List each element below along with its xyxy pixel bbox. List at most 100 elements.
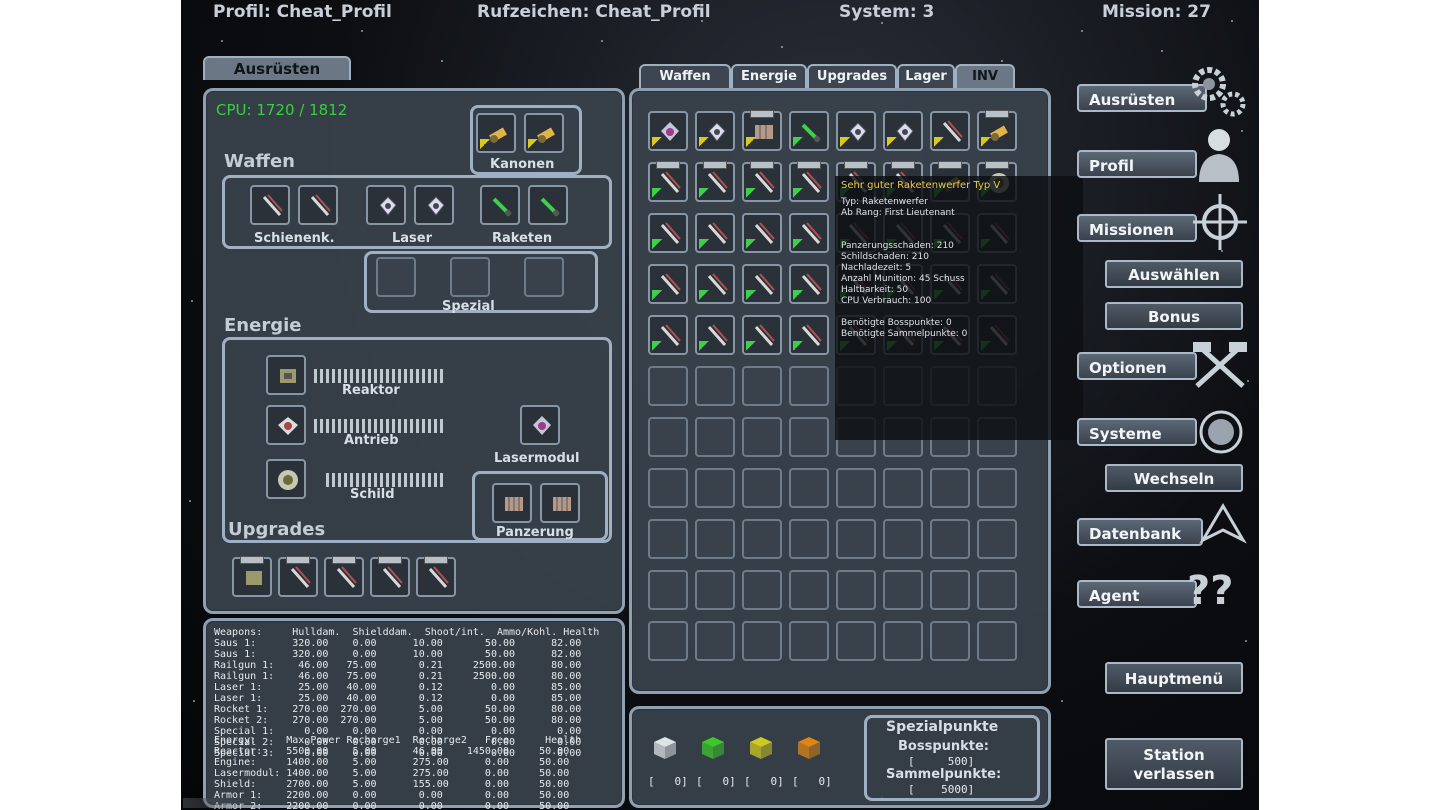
inventory-slot-empty[interactable] [977,621,1017,661]
inventory-slot-empty[interactable] [883,468,923,508]
tab-lager[interactable]: Lager [897,64,955,88]
engine-slot[interactable] [266,405,306,445]
reactor-slot[interactable] [266,355,306,395]
inventory-slot[interactable] [648,161,688,202]
armor-slot-1[interactable] [492,483,532,523]
inventory-slot[interactable] [695,315,735,355]
inventory-slot[interactable] [695,161,735,202]
inventory-slot-empty[interactable] [695,417,735,457]
inventory-slot-empty[interactable] [789,366,829,406]
inventory-slot[interactable] [789,264,829,304]
cannon-slot-2[interactable] [524,113,564,153]
inventory-slot-empty[interactable] [648,621,688,661]
laser-module-slot[interactable] [520,405,560,445]
select-mission-button[interactable]: Auswählen [1105,260,1243,288]
switch-system-button[interactable]: Wechseln [1105,464,1243,492]
inventory-slot-empty[interactable] [789,570,829,610]
cannon-slot-1[interactable] [476,113,516,153]
inventory-slot-empty[interactable] [930,519,970,559]
inventory-slot-empty[interactable] [648,468,688,508]
tab-upgrades[interactable]: Upgrades [807,64,897,88]
inventory-slot[interactable] [742,110,782,151]
leave-station-button[interactable]: Station verlassen [1105,738,1243,790]
inventory-slot-empty[interactable] [742,570,782,610]
missions-menu-button[interactable]: Missionen [1077,214,1197,242]
inventory-slot[interactable] [789,315,829,355]
inventory-slot[interactable] [836,111,876,151]
rocket-slot-2[interactable] [528,185,568,225]
systems-menu-button[interactable]: Systeme [1077,418,1197,446]
inventory-slot-empty[interactable] [742,417,782,457]
inventory-slot-empty[interactable] [742,621,782,661]
upgrade-slot-1[interactable] [232,556,272,597]
inventory-slot[interactable] [789,111,829,151]
inventory-slot-empty[interactable] [930,468,970,508]
inventory-slot-empty[interactable] [977,468,1017,508]
database-menu-button[interactable]: Datenbank [1077,518,1203,546]
inventory-slot[interactable] [742,264,782,304]
inventory-slot[interactable] [883,111,923,151]
inventory-slot-empty[interactable] [648,570,688,610]
railgun-slot-1[interactable] [250,185,290,225]
inventory-slot-empty[interactable] [648,519,688,559]
inventory-slot[interactable] [648,213,688,253]
inventory-slot[interactable] [648,264,688,304]
inventory-slot-empty[interactable] [930,570,970,610]
inventory-slot[interactable] [742,161,782,202]
laser-slot-1[interactable] [366,185,406,225]
options-menu-button[interactable]: Optionen [1077,352,1197,380]
special-slot-3[interactable] [524,257,564,297]
rocket-slot-1[interactable] [480,185,520,225]
inventory-slot-empty[interactable] [695,468,735,508]
inventory-slot[interactable] [930,111,970,151]
inventory-slot-empty[interactable] [883,621,923,661]
upgrade-slot-2[interactable] [278,556,318,597]
inventory-slot-empty[interactable] [930,621,970,661]
laser-slot-2[interactable] [414,185,454,225]
tab-waffen[interactable]: Waffen [639,64,731,88]
inventory-slot-empty[interactable] [648,366,688,406]
shield-slot[interactable] [266,459,306,499]
railgun-slot-2[interactable] [298,185,338,225]
inventory-slot-empty[interactable] [836,519,876,559]
inventory-slot[interactable] [789,161,829,202]
agent-menu-button[interactable]: Agent [1077,580,1197,608]
upgrade-slot-3[interactable] [324,556,364,597]
inventory-slot[interactable] [742,213,782,253]
inventory-slot[interactable] [742,315,782,355]
profile-menu-button[interactable]: Profil [1077,150,1197,178]
inventory-slot-empty[interactable] [977,519,1017,559]
tab-inv[interactable]: INV [955,64,1015,88]
inventory-slot-empty[interactable] [789,519,829,559]
inventory-slot-empty[interactable] [977,570,1017,610]
inventory-slot-empty[interactable] [742,366,782,406]
inventory-slot[interactable] [789,213,829,253]
inventory-slot-empty[interactable] [883,570,923,610]
upgrade-slot-4[interactable] [370,556,410,597]
armor-slot-2[interactable] [540,483,580,523]
inventory-slot-empty[interactable] [789,621,829,661]
main-menu-button[interactable]: Hauptmenü [1105,662,1243,694]
special-slot-2[interactable] [450,257,490,297]
inventory-slot-empty[interactable] [789,468,829,508]
inventory-slot[interactable] [977,110,1017,151]
inventory-slot-empty[interactable] [695,621,735,661]
special-slot-1[interactable] [376,257,416,297]
upgrade-slot-5[interactable] [416,556,456,597]
inventory-slot-empty[interactable] [695,570,735,610]
inventory-slot[interactable] [648,315,688,355]
tab-ausruesten[interactable]: Ausrüsten [203,56,351,80]
inventory-slot-empty[interactable] [742,519,782,559]
inventory-slot[interactable] [695,213,735,253]
inventory-slot-empty[interactable] [789,417,829,457]
tab-energie[interactable]: Energie [731,64,807,88]
inventory-slot[interactable] [648,111,688,151]
inventory-slot-empty[interactable] [695,519,735,559]
inventory-slot-empty[interactable] [836,621,876,661]
inventory-slot-empty[interactable] [742,468,782,508]
inventory-slot-empty[interactable] [695,366,735,406]
inventory-slot[interactable] [695,111,735,151]
inventory-slot-empty[interactable] [648,417,688,457]
inventory-slot-empty[interactable] [883,519,923,559]
inventory-slot-empty[interactable] [836,468,876,508]
